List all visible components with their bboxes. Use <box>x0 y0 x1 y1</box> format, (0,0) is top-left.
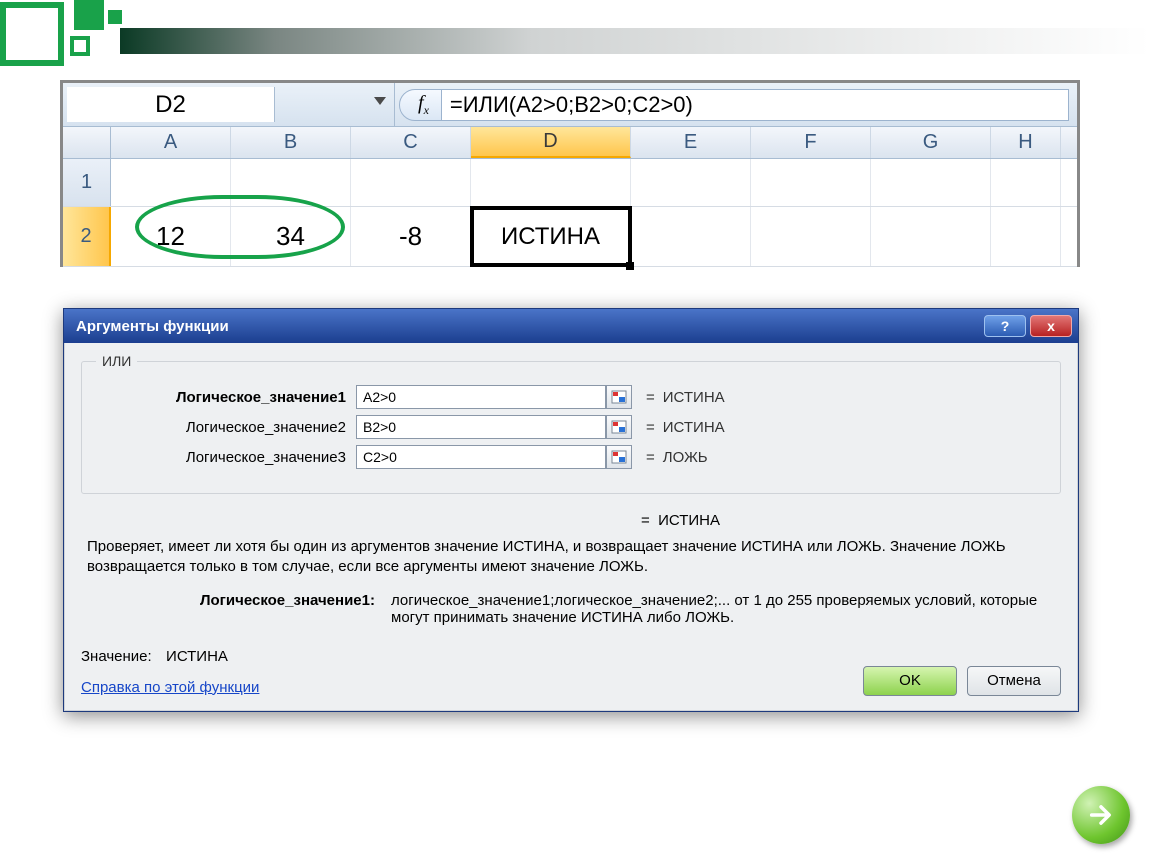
excel-window: D2 fx =ИЛИ(A2>0;B2>0;C2>0) A B C D E F G… <box>60 80 1080 267</box>
cell-B1[interactable] <box>231 159 351 206</box>
formula-input[interactable]: =ИЛИ(A2>0;B2>0;C2>0) <box>442 89 1069 121</box>
argument-description-label: Логическое_значение1: <box>161 592 391 626</box>
argument-result-3: ЛОЖЬ <box>663 449 708 466</box>
cell-C2[interactable]: -8 <box>351 207 471 266</box>
function-name-legend: ИЛИ <box>96 353 137 369</box>
value-label: Значение: <box>81 648 152 665</box>
select-all-corner[interactable] <box>63 127 111 158</box>
equals-sign: = <box>632 449 663 466</box>
collapse-dialog-button-1[interactable] <box>606 385 632 409</box>
function-help-link[interactable]: Справка по этой функции <box>81 679 259 696</box>
grid-row-2: 2 12 34 -8 ИСТИНА <box>63 207 1077 267</box>
dialog-close-button[interactable]: x <box>1030 315 1072 337</box>
column-header-row: A B C D E F G H <box>63 127 1077 159</box>
function-overall-result: = ИСТИНА <box>641 512 1061 529</box>
argument-result-2: ИСТИНА <box>663 419 725 436</box>
row-header-2[interactable]: 2 <box>63 207 111 266</box>
column-header-H[interactable]: H <box>991 127 1061 158</box>
name-box[interactable]: D2 <box>67 87 275 122</box>
insert-function-button[interactable]: fx <box>399 89 442 121</box>
range-selector-icon <box>611 390 627 404</box>
column-header-B[interactable]: B <box>231 127 351 158</box>
help-icon: ? <box>1001 318 1010 334</box>
dialog-titlebar[interactable]: Аргументы функции ? x <box>64 309 1078 343</box>
dialog-help-button[interactable]: ? <box>984 315 1026 337</box>
column-header-E[interactable]: E <box>631 127 751 158</box>
argument-row-2: Логическое_значение2 = ИСТИНА <box>96 415 1046 439</box>
collapse-dialog-button-2[interactable] <box>606 415 632 439</box>
cell-B2[interactable]: 34 <box>231 207 351 266</box>
cell-D1[interactable] <box>471 159 631 206</box>
dialog-title: Аргументы функции <box>76 318 229 335</box>
argument-row-1: Логическое_значение1 = ИСТИНА <box>96 385 1046 409</box>
function-description: Проверяет, имеет ли хотя бы один из аргу… <box>87 537 1055 578</box>
argument-description-text: логическое_значение1;логическое_значение… <box>391 592 1055 626</box>
column-header-F[interactable]: F <box>751 127 871 158</box>
column-header-G[interactable]: G <box>871 127 991 158</box>
next-slide-button[interactable] <box>1072 786 1130 844</box>
cell-H2[interactable] <box>991 207 1061 266</box>
column-header-A[interactable]: A <box>111 127 231 158</box>
argument-input-1[interactable] <box>356 385 606 409</box>
cell-A1[interactable] <box>111 159 231 206</box>
equals-sign: = <box>632 419 663 436</box>
function-arguments-dialog: Аргументы функции ? x ИЛИ Логическое_зна… <box>63 308 1079 712</box>
argument-row-3: Логическое_значение3 = ЛОЖЬ <box>96 445 1046 469</box>
cell-F2[interactable] <box>751 207 871 266</box>
argument-result-1: ИСТИНА <box>663 389 725 406</box>
ok-button[interactable]: OK <box>863 666 957 696</box>
chevron-down-icon <box>374 97 386 105</box>
range-selector-icon <box>611 450 627 464</box>
slide-decoration <box>0 0 1150 70</box>
row-header-1[interactable]: 1 <box>63 159 111 206</box>
cell-A2[interactable]: 12 <box>111 207 231 266</box>
cancel-button[interactable]: Отмена <box>967 666 1061 696</box>
range-selector-icon <box>611 420 627 434</box>
cell-F1[interactable] <box>751 159 871 206</box>
fx-icon: fx <box>418 92 429 118</box>
argument-label-1: Логическое_значение1 <box>96 389 356 406</box>
function-fieldset: ИЛИ Логическое_значение1 = ИСТИНА Логиче… <box>81 353 1061 494</box>
cell-G1[interactable] <box>871 159 991 206</box>
cell-C1[interactable] <box>351 159 471 206</box>
equals-sign: = <box>632 389 663 406</box>
argument-input-2[interactable] <box>356 415 606 439</box>
collapse-dialog-button-3[interactable] <box>606 445 632 469</box>
name-box-dropdown[interactable] <box>275 83 395 126</box>
cell-E2[interactable] <box>631 207 751 266</box>
cell-E1[interactable] <box>631 159 751 206</box>
cell-G2[interactable] <box>871 207 991 266</box>
formula-bar: D2 fx =ИЛИ(A2>0;B2>0;C2>0) <box>63 83 1077 127</box>
value-result: ИСТИНА <box>166 648 228 665</box>
argument-label-3: Логическое_значение3 <box>96 449 356 466</box>
column-header-D[interactable]: D <box>471 127 631 158</box>
cell-D2-selected[interactable]: ИСТИНА <box>471 207 631 266</box>
argument-input-3[interactable] <box>356 445 606 469</box>
grid-row-1: 1 <box>63 159 1077 207</box>
argument-description: Логическое_значение1: логическое_значени… <box>161 592 1055 626</box>
argument-label-2: Логическое_значение2 <box>96 419 356 436</box>
close-icon: x <box>1047 318 1055 334</box>
arrow-right-icon <box>1087 801 1115 829</box>
column-header-C[interactable]: C <box>351 127 471 158</box>
cell-H1[interactable] <box>991 159 1061 206</box>
